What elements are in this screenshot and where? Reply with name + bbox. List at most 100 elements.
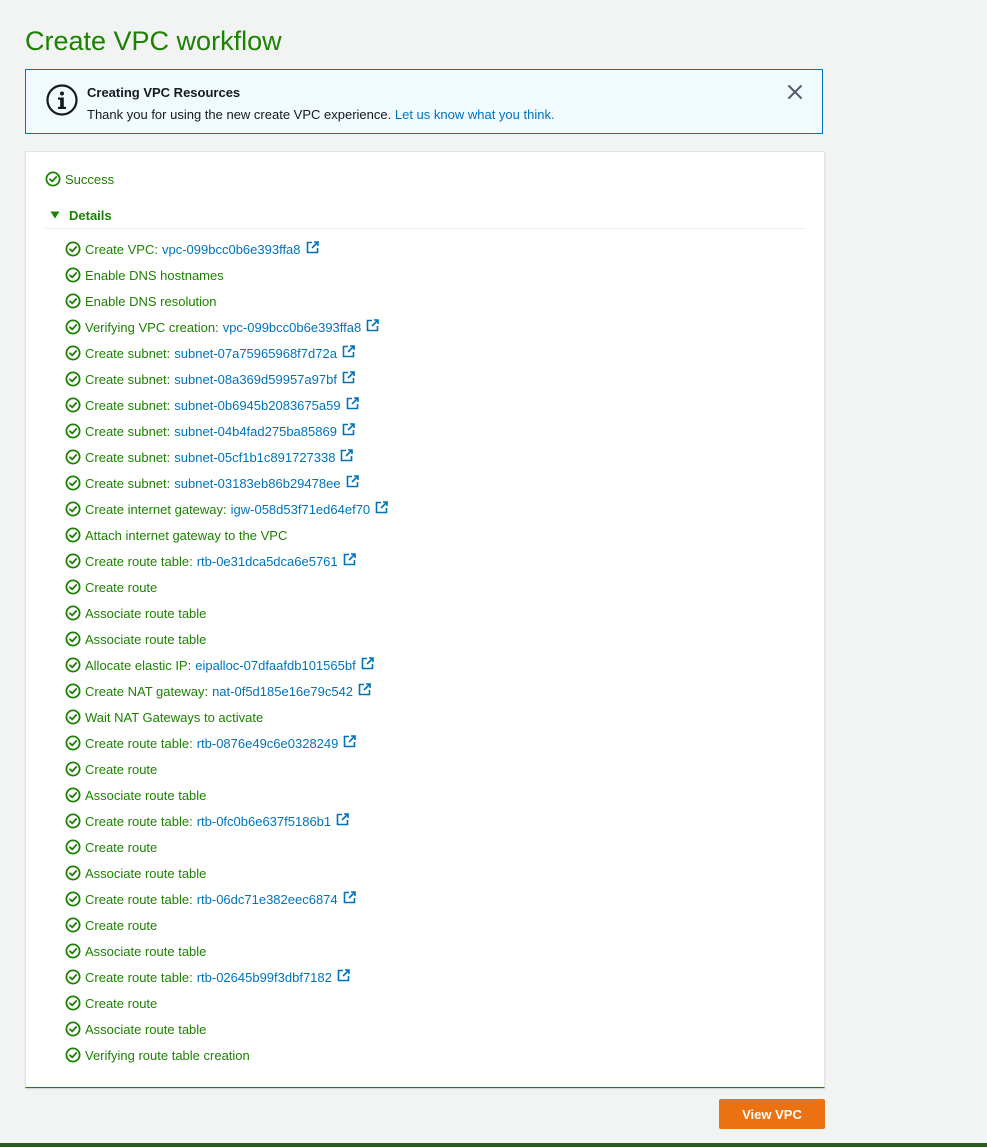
step-item: Wait NAT Gateways to activate	[65, 704, 388, 730]
resource-id-link[interactable]: vpc-099bcc0b6e393ffa8	[162, 242, 301, 257]
check-circle-icon	[65, 527, 81, 543]
step-item: Verifying VPC creation: vpc-099bcc0b6e393…	[65, 314, 388, 340]
resource-id-link[interactable]: subnet-08a369d59957a97bf	[174, 372, 337, 387]
step-label: Create route	[85, 579, 158, 595]
resource-id-link[interactable]: igw-058d53f71ed64ef70	[231, 502, 371, 517]
check-circle-icon	[65, 761, 81, 777]
check-circle-icon	[65, 683, 81, 699]
info-flash-banner: Creating VPC Resources Thank you for usi…	[25, 69, 823, 134]
check-circle-icon	[65, 969, 81, 985]
step-label: Wait NAT Gateways to activate	[85, 709, 264, 725]
resource-id-link[interactable]: rtb-06dc71e382eec6874	[197, 892, 338, 907]
step-item: Create route	[65, 912, 388, 938]
external-link-icon[interactable]	[340, 448, 354, 462]
external-link-icon[interactable]	[342, 422, 355, 436]
step-label: Create subnet:	[85, 371, 171, 387]
step-item: Create internet gateway: igw-058d53f71ed6…	[65, 496, 388, 522]
step-item: Create route	[65, 574, 388, 600]
resource-id-link[interactable]: nat-0f5d185e16e79c542	[212, 684, 353, 699]
step-item: Create subnet: subnet-0b6945b2083675a59	[65, 392, 388, 418]
step-item: Associate route table	[65, 626, 388, 652]
step-label: Create subnet:	[85, 475, 171, 491]
resource-id-link[interactable]: rtb-0876e49c6e0328249	[197, 736, 339, 751]
step-item: Create route	[65, 834, 388, 860]
step-item: Enable DNS resolution	[65, 288, 388, 314]
view-vpc-button[interactable]: View VPC	[719, 1099, 825, 1129]
step-item: Associate route table	[65, 782, 388, 808]
check-circle-icon	[45, 171, 61, 187]
external-link-icon[interactable]	[342, 370, 355, 384]
external-link-icon[interactable]	[361, 656, 374, 670]
details-divider	[45, 228, 805, 229]
step-label: Create route table:	[85, 891, 193, 907]
step-label: Associate route table	[85, 865, 207, 881]
resource-id-link[interactable]: eipalloc-07dfaafdb101565bf	[195, 658, 355, 673]
step-item: Create route table: rtb-0876e49c6e0328249	[65, 730, 388, 756]
step-label: Create subnet:	[85, 397, 171, 413]
step-label: Create route	[85, 917, 158, 933]
external-link-icon[interactable]	[343, 552, 356, 566]
external-link-icon[interactable]	[346, 396, 359, 410]
external-link-icon[interactable]	[358, 682, 371, 696]
step-item: Enable DNS hostnames	[65, 262, 388, 288]
check-circle-icon	[65, 371, 81, 387]
step-label: Verifying VPC creation:	[85, 319, 219, 335]
bottom-edge-bar	[0, 1143, 987, 1147]
external-link-icon[interactable]	[343, 734, 357, 748]
step-item: Create subnet: subnet-03183eb86b29478ee	[65, 470, 388, 496]
check-circle-icon	[65, 397, 81, 413]
step-label: Create route table:	[85, 969, 193, 985]
step-item: Verifying route table creation	[65, 1042, 388, 1068]
flash-message: Thank you for using the new create VPC e…	[87, 107, 392, 122]
external-link-icon[interactable]	[346, 474, 359, 488]
check-circle-icon	[65, 1047, 81, 1063]
step-label: Create subnet:	[85, 449, 171, 465]
check-circle-icon	[65, 917, 81, 933]
resource-id-link[interactable]: rtb-0fc0b6e637f5186b1	[197, 814, 331, 829]
page-title: Create VPC workflow	[25, 26, 282, 56]
resource-id-link[interactable]: vpc-099bcc0b6e393ffa8	[223, 320, 362, 335]
step-item: Create VPC: vpc-099bcc0b6e393ffa8	[65, 236, 388, 262]
resource-id-link[interactable]: subnet-0b6945b2083675a59	[174, 398, 340, 413]
check-circle-icon	[65, 709, 81, 725]
external-link-icon[interactable]	[342, 344, 355, 358]
external-link-icon[interactable]	[366, 318, 380, 332]
check-circle-icon	[65, 839, 81, 855]
check-circle-icon	[65, 579, 81, 595]
resource-id-link[interactable]: subnet-03183eb86b29478ee	[174, 476, 340, 491]
check-circle-icon	[65, 241, 81, 257]
step-item: Create route table: rtb-0e31dca5dca6e5761	[65, 548, 388, 574]
step-item: Associate route table	[65, 1016, 388, 1042]
check-circle-icon	[65, 1021, 81, 1037]
resource-id-link[interactable]: subnet-04b4fad275ba85869	[174, 424, 337, 439]
external-link-icon[interactable]	[306, 240, 319, 254]
step-label: Create internet gateway:	[85, 501, 227, 517]
resource-id-link[interactable]: subnet-05cf1b1c891727338	[174, 450, 335, 465]
close-icon[interactable]	[786, 83, 804, 101]
step-label: Create route table:	[85, 735, 193, 751]
step-item: Create route table: rtb-06dc71e382eec6874	[65, 886, 388, 912]
external-link-icon[interactable]	[375, 500, 388, 514]
check-circle-icon	[65, 501, 81, 517]
check-circle-icon	[65, 735, 81, 751]
step-label: Associate route table	[85, 1021, 207, 1037]
step-label: Enable DNS hostnames	[85, 267, 224, 283]
step-item: Create subnet: subnet-07a75965968f7d72a	[65, 340, 388, 366]
resource-id-link[interactable]: subnet-07a75965968f7d72a	[174, 346, 337, 361]
step-item: Associate route table	[65, 938, 388, 964]
feedback-link[interactable]: Let us know what you think.	[395, 107, 555, 122]
step-item: Allocate elastic IP: eipalloc-07dfaafdb10…	[65, 652, 388, 678]
external-link-icon[interactable]	[336, 812, 349, 826]
external-link-icon[interactable]	[337, 968, 350, 982]
resource-id-link[interactable]: rtb-0e31dca5dca6e5761	[197, 554, 338, 569]
resource-id-link[interactable]: rtb-02645b99f3dbf7182	[197, 970, 332, 985]
step-item: Create route table: rtb-02645b99f3dbf7182	[65, 964, 388, 990]
external-link-icon[interactable]	[343, 890, 356, 904]
step-item: Create route table: rtb-0fc0b6e637f5186b1	[65, 808, 388, 834]
flash-message-line: Thank you for using the new create VPC e…	[87, 107, 555, 122]
step-label: Associate route table	[85, 943, 207, 959]
caret-down-icon	[50, 211, 60, 219]
details-expander[interactable]: Details	[50, 206, 112, 224]
step-item: Associate route table	[65, 600, 388, 626]
details-label: Details	[69, 207, 112, 223]
